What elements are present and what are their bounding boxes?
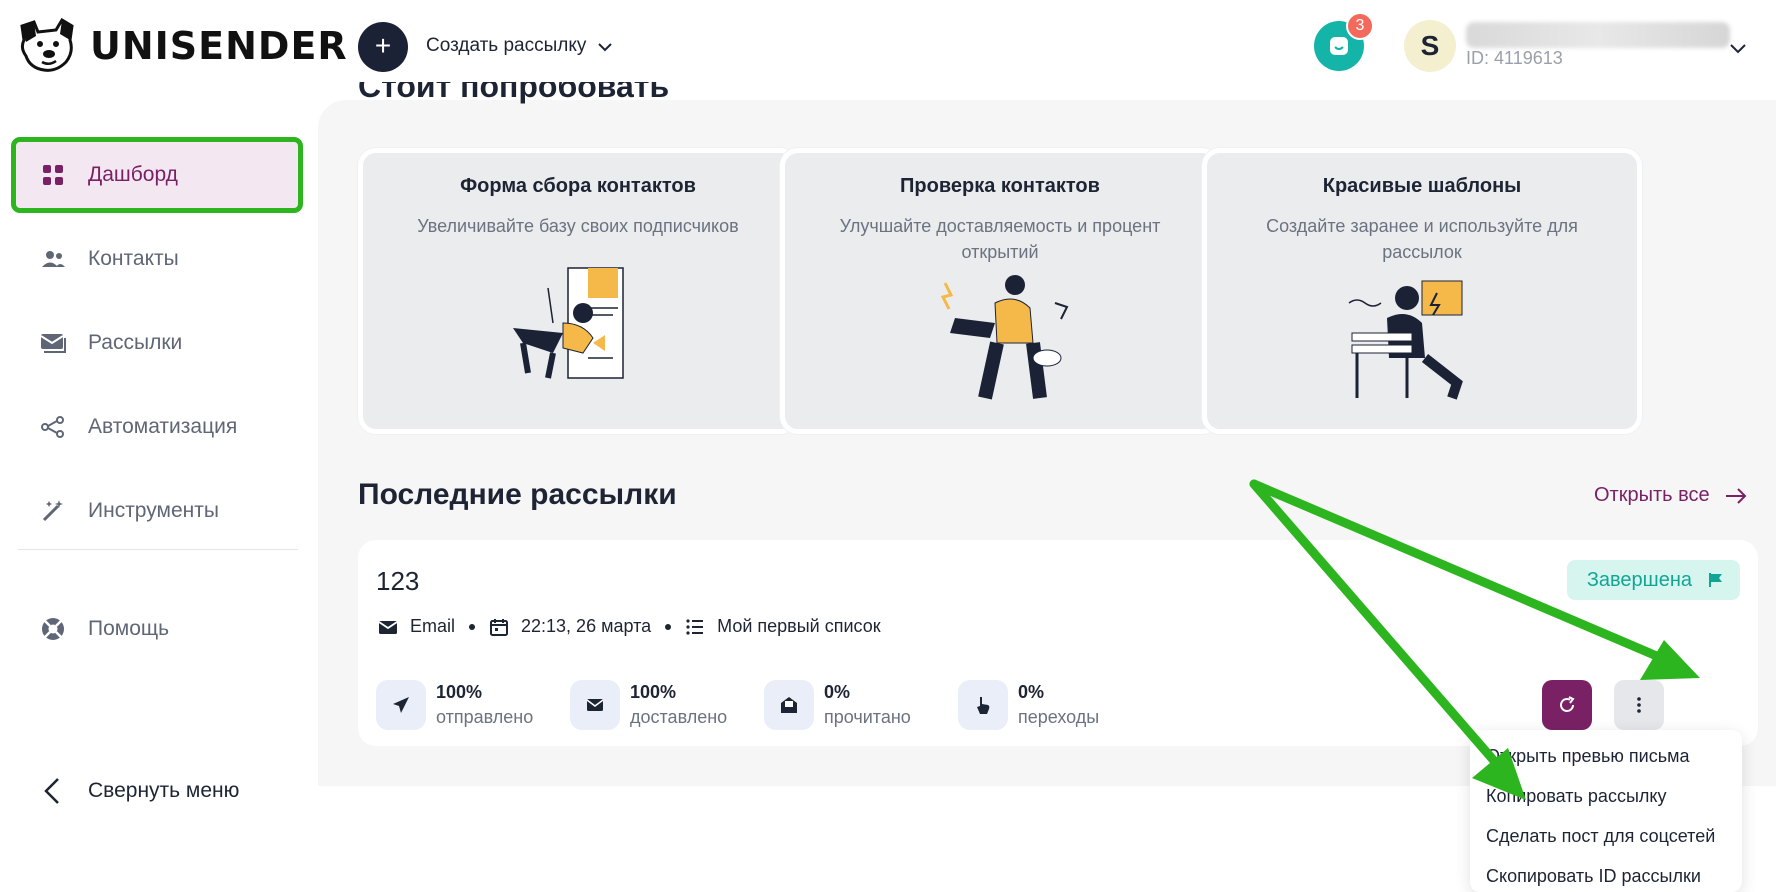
create-mailing-plus-button[interactable]: + (358, 22, 408, 72)
open-all-link[interactable]: Открыть все (1594, 484, 1748, 507)
card-title: Красивые шаблоны (1322, 175, 1522, 197)
open-envelope-icon (781, 697, 797, 713)
calendar-icon (490, 618, 509, 636)
top-header: UNISENDER + Создать рассылку 3 S ID: 411… (0, 0, 1776, 100)
card-title: Форма сбора контактов (460, 175, 696, 197)
templates-illustration-icon (1348, 280, 1463, 400)
stat-opened: 0% прочитано (764, 680, 911, 730)
status-badge: Завершена (1566, 560, 1740, 600)
more-vertical-icon (1637, 697, 1641, 713)
card-title: Проверка контактов (900, 175, 1100, 197)
stat-clicks: 0% переходы (958, 680, 1099, 730)
separator-dot (469, 623, 476, 630)
menu-item-open-preview[interactable]: Открыть превью письма (1486, 746, 1689, 767)
stat-caption: прочитано (824, 707, 911, 727)
sidebar-item-tools[interactable]: Инструменты (16, 478, 298, 544)
open-all-label: Открыть все (1594, 484, 1710, 506)
stat-icon-box (570, 680, 620, 730)
mailing-datetime: 22:13, 26 марта (521, 616, 652, 636)
card-templates[interactable]: Красивые шаблоны Создайте заранее и испо… (1202, 148, 1642, 434)
stat-value: 100% (630, 682, 677, 702)
stat-value: 0% (1018, 682, 1045, 702)
menu-item-copy-id[interactable]: Скопировать ID рассылки (1486, 866, 1701, 887)
stat-caption: переходы (1018, 707, 1100, 727)
sidebar-item-label: Помощь (88, 617, 170, 640)
stat-sent: 100% отправлено (376, 680, 533, 730)
sidebar-item-automation[interactable]: Автоматизация (16, 394, 298, 460)
repeat-mailing-button[interactable] (1542, 680, 1592, 730)
sidebar-item-dashboard[interactable]: Дашборд (11, 137, 303, 213)
envelope-icon (378, 620, 398, 634)
sidebar: Дашборд Контакты Рассылки Автоматизация (0, 100, 318, 892)
dashboard-icon (43, 165, 63, 185)
contacts-icon (42, 251, 65, 267)
stat-delivered: 100% доставлено (570, 680, 727, 730)
chevron-left-icon (44, 778, 59, 804)
sidebar-item-mailings[interactable]: Рассылки (16, 310, 298, 376)
card-desc: Создайте заранее и используйте для рассы… (1266, 216, 1578, 262)
arrow-right-icon (1725, 487, 1747, 504)
card-desc: Увеличивайте базу своих подписчиков (417, 216, 739, 236)
stat-caption: отправлено (436, 707, 534, 727)
stat-icon-box (958, 680, 1008, 730)
mailings-icon (40, 334, 66, 353)
menu-item-social-post[interactable]: Сделать пост для соцсетей (1486, 826, 1715, 847)
separator-dot (665, 623, 672, 630)
pointer-hand-icon (977, 697, 990, 714)
more-actions-button[interactable] (1614, 680, 1664, 730)
plus-icon: + (374, 30, 392, 61)
refresh-icon (1560, 696, 1575, 712)
logo-text: UNISENDER (90, 24, 348, 68)
sidebar-item-label: Автоматизация (88, 415, 238, 438)
paper-plane-icon (393, 697, 409, 713)
recent-mailings-title: Последние рассылки (358, 478, 677, 511)
dog-logo-icon (20, 18, 74, 72)
create-mailing-label[interactable]: Создать рассылку (426, 35, 586, 57)
mailing-card[interactable]: 123 Завершена Email 22:13, 26 марта Мой … (358, 540, 1758, 746)
notification-badge: 3 (1346, 12, 1374, 40)
card-contact-form[interactable]: Форма сбора контактов Увеличивайте базу … (358, 148, 798, 434)
logo[interactable]: UNISENDER (16, 18, 348, 74)
sidebar-divider (18, 549, 298, 550)
lifebuoy-icon (42, 618, 64, 640)
avatar[interactable]: S (1404, 20, 1456, 72)
contact-form-illustration-icon (513, 267, 624, 379)
automation-icon (41, 416, 64, 438)
sidebar-item-label: Дашборд (88, 163, 178, 186)
list-icon (686, 618, 704, 635)
stat-value: 0% (824, 682, 851, 702)
sidebar-item-label: Контакты (88, 247, 179, 270)
sidebar-item-help[interactable]: Помощь (16, 596, 298, 662)
stat-icon-box (376, 680, 426, 730)
card-contact-check[interactable]: Проверка контактов Улучшайте доставляемо… (780, 148, 1220, 434)
mailing-meta: Email 22:13, 26 марта Мой первый список (378, 616, 881, 637)
collapse-menu-label: Свернуть меню (88, 779, 240, 802)
stat-caption: доставлено (630, 707, 728, 727)
mailing-list: Мой первый список (717, 616, 881, 636)
chat-icon (1330, 37, 1348, 55)
sidebar-item-label: Инструменты (88, 499, 219, 522)
user-email-blurred (1466, 22, 1730, 48)
flag-icon (1709, 573, 1722, 587)
card-desc: Улучшайте доставляемость и процент откры… (839, 216, 1161, 262)
mailing-name[interactable]: 123 (376, 566, 419, 597)
stat-value: 100% (436, 682, 483, 702)
magic-wand-icon (42, 500, 63, 522)
account-chevron-down-icon[interactable] (1728, 38, 1748, 58)
contact-check-illustration-icon (940, 275, 1069, 400)
chevron-down-icon[interactable] (596, 38, 614, 56)
sidebar-item-contacts[interactable]: Контакты (16, 226, 298, 292)
status-label: Завершена (1586, 569, 1692, 591)
stat-icon-box (764, 680, 814, 730)
user-id: ID: 4119613 (1466, 48, 1563, 68)
mailing-channel: Email (410, 616, 456, 636)
sidebar-item-label: Рассылки (88, 331, 183, 354)
mailing-actions-menu: Открыть превью письма Копировать рассылк… (1470, 730, 1742, 892)
menu-item-copy-mailing[interactable]: Копировать рассылку (1486, 786, 1666, 807)
envelope-icon (586, 699, 604, 711)
collapse-menu-button[interactable]: Свернуть меню (40, 776, 239, 806)
main-content: Стоит попробовать Форма сбора контактов … (318, 82, 1776, 786)
try-section-title: Стоит попробовать (358, 82, 670, 104)
